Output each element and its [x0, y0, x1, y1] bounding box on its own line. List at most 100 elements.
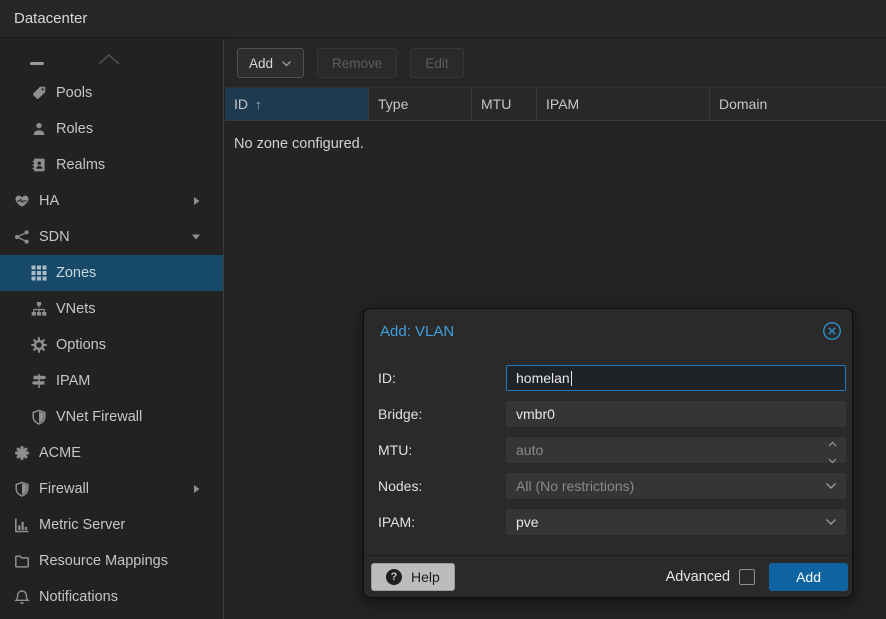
- dialog-form: ID:homelan Bridge: vmbr0 MTU: auto Nodes: All …: [364, 353, 852, 535]
- nodes-select-label: Nodes:: [374, 478, 506, 494]
- column-header-label: MTU: [481, 96, 511, 112]
- sidebar: Pools Roles Realms HA SDN Zones VNets Options IP…: [0, 39, 224, 619]
- mtu-spinner-row: MTU: auto: [374, 437, 846, 463]
- sidebar-item-options[interactable]: Options: [0, 327, 223, 363]
- help-button[interactable]: ? Help: [371, 563, 455, 591]
- dialog-title: Add: VLAN: [380, 323, 822, 340]
- sidebar-item-firewall[interactable]: Firewall: [0, 471, 223, 507]
- column-header-type[interactable]: Type: [369, 88, 472, 120]
- sidebar-item-acme[interactable]: ACME: [0, 435, 223, 471]
- help-button-label: Help: [411, 569, 440, 585]
- spinner-up-icon[interactable]: [828, 434, 837, 450]
- field-value: vmbr0: [516, 406, 555, 422]
- column-header-mtu[interactable]: MTU: [472, 88, 537, 120]
- column-header-label: IPAM: [546, 96, 579, 112]
- tag-icon: [31, 85, 47, 101]
- add-vlan-dialog: Add: VLAN ID:homelan Bridge: vmbr0 MTU: auto…: [363, 308, 853, 598]
- sidebar-item-label: IPAM: [56, 373, 90, 389]
- sidebar-item-notifications[interactable]: Notifications: [0, 579, 223, 615]
- dropdown-chevron-icon[interactable]: [825, 510, 837, 534]
- advanced-label: Advanced: [666, 569, 731, 585]
- mtu-spinner[interactable]: auto: [506, 437, 846, 463]
- scrolled-item-fragment: [0, 43, 223, 75]
- sidebar-item-label: Options: [56, 337, 106, 353]
- bridge-input[interactable]: vmbr0: [506, 401, 846, 427]
- id-input-row: ID:homelan: [374, 365, 846, 391]
- sidebar-item-sdn[interactable]: SDN: [0, 219, 223, 255]
- edit-button[interactable]: Edit: [410, 48, 463, 78]
- mtu-spinner-label: MTU:: [374, 442, 506, 458]
- topbar: Datacenter: [0, 0, 886, 38]
- add-button-label: Add: [249, 56, 273, 71]
- bridge-input-row: Bridge: vmbr0: [374, 401, 846, 427]
- address-book-icon: [31, 157, 47, 173]
- sidebar-item-ha[interactable]: HA: [0, 183, 223, 219]
- sitemap-icon: [31, 301, 47, 317]
- chevron-right-icon[interactable]: [193, 196, 201, 206]
- bar-chart-icon: [14, 517, 30, 533]
- sidebar-item-label: Roles: [56, 121, 93, 137]
- sidebar-item-label: VNet Firewall: [56, 409, 142, 425]
- sidebar-item-pools[interactable]: Pools: [0, 75, 223, 111]
- spinner-down-icon[interactable]: [828, 451, 837, 467]
- question-icon: ?: [386, 569, 402, 585]
- dialog-footer: ? Help Advanced Add: [364, 555, 852, 597]
- add-submit-button[interactable]: Add: [769, 563, 848, 591]
- zones-toolbar: Add Remove Edit: [225, 39, 886, 87]
- sidebar-item-label: ACME: [39, 445, 81, 461]
- text-cursor: [571, 371, 572, 386]
- bridge-input-label: Bridge:: [374, 406, 506, 422]
- sidebar-item-roles[interactable]: Roles: [0, 111, 223, 147]
- spinner-buttons[interactable]: [828, 438, 837, 462]
- chevron-down-icon: [281, 60, 292, 67]
- sidebar-item-metric-server[interactable]: Metric Server: [0, 507, 223, 543]
- page-title: Datacenter: [14, 10, 87, 27]
- shield-icon: [14, 481, 30, 497]
- sidebar-item-realms[interactable]: Realms: [0, 147, 223, 183]
- advanced-checkbox[interactable]: [739, 569, 755, 585]
- chevron-right-icon[interactable]: [193, 484, 201, 494]
- ipam-select[interactable]: pve: [506, 509, 846, 535]
- close-icon[interactable]: [822, 321, 842, 341]
- sidebar-item-ipam[interactable]: IPAM: [0, 363, 223, 399]
- ipam-select-row: IPAM: pve: [374, 509, 846, 535]
- empty-table-text: No zone configured.: [225, 121, 886, 167]
- bell-icon: [14, 589, 30, 605]
- user-icon: [31, 121, 47, 137]
- column-header-id[interactable]: ID ↑: [225, 88, 369, 120]
- zones-table-header: ID ↑ Type MTU IPAM Domain: [225, 87, 886, 121]
- chevron-down-icon[interactable]: [191, 233, 201, 241]
- id-input[interactable]: homelan: [506, 365, 846, 391]
- sidebar-item-label: Resource Mappings: [39, 553, 168, 569]
- column-header-ipam[interactable]: IPAM: [537, 88, 710, 120]
- sidebar-item-label: Zones: [56, 265, 96, 281]
- sidebar-item-vnet-firewall[interactable]: VNet Firewall: [0, 399, 223, 435]
- sidebar-tree: Pools Roles Realms HA SDN Zones VNets Options IP…: [0, 75, 223, 615]
- partial-item-icon: [30, 62, 44, 65]
- remove-button[interactable]: Remove: [317, 48, 397, 78]
- dropdown-chevron-icon[interactable]: [825, 474, 837, 498]
- add-button[interactable]: Add: [237, 48, 304, 78]
- field-placeholder: All (No restrictions): [516, 478, 634, 494]
- gear-icon: [31, 337, 47, 353]
- sidebar-item-label: VNets: [56, 301, 96, 317]
- sort-ascending-icon: ↑: [255, 97, 262, 112]
- network-icon: [14, 229, 30, 245]
- nodes-select[interactable]: All (No restrictions): [506, 473, 846, 499]
- sidebar-item-resource-mappings[interactable]: Resource Mappings: [0, 543, 223, 579]
- column-header-label: ID: [234, 96, 248, 112]
- sidebar-item-label: HA: [39, 193, 59, 209]
- sidebar-item-label: Realms: [56, 157, 105, 173]
- proxmox-datacenter-screen: Datacenter Pools Roles Realms HA SDN Zones VNe…: [0, 0, 886, 619]
- field-placeholder: auto: [516, 442, 543, 458]
- dialog-header[interactable]: Add: VLAN: [364, 309, 852, 353]
- column-header-label: Type: [378, 96, 408, 112]
- shield-icon: [31, 409, 47, 425]
- ipam-select-label: IPAM:: [374, 514, 506, 530]
- sidebar-item-vnets[interactable]: VNets: [0, 291, 223, 327]
- sidebar-item-label: Firewall: [39, 481, 89, 497]
- sidebar-item-zones[interactable]: Zones: [0, 255, 223, 291]
- signpost-icon: [31, 373, 47, 389]
- column-header-domain[interactable]: Domain: [710, 88, 886, 120]
- field-value: pve: [516, 514, 539, 530]
